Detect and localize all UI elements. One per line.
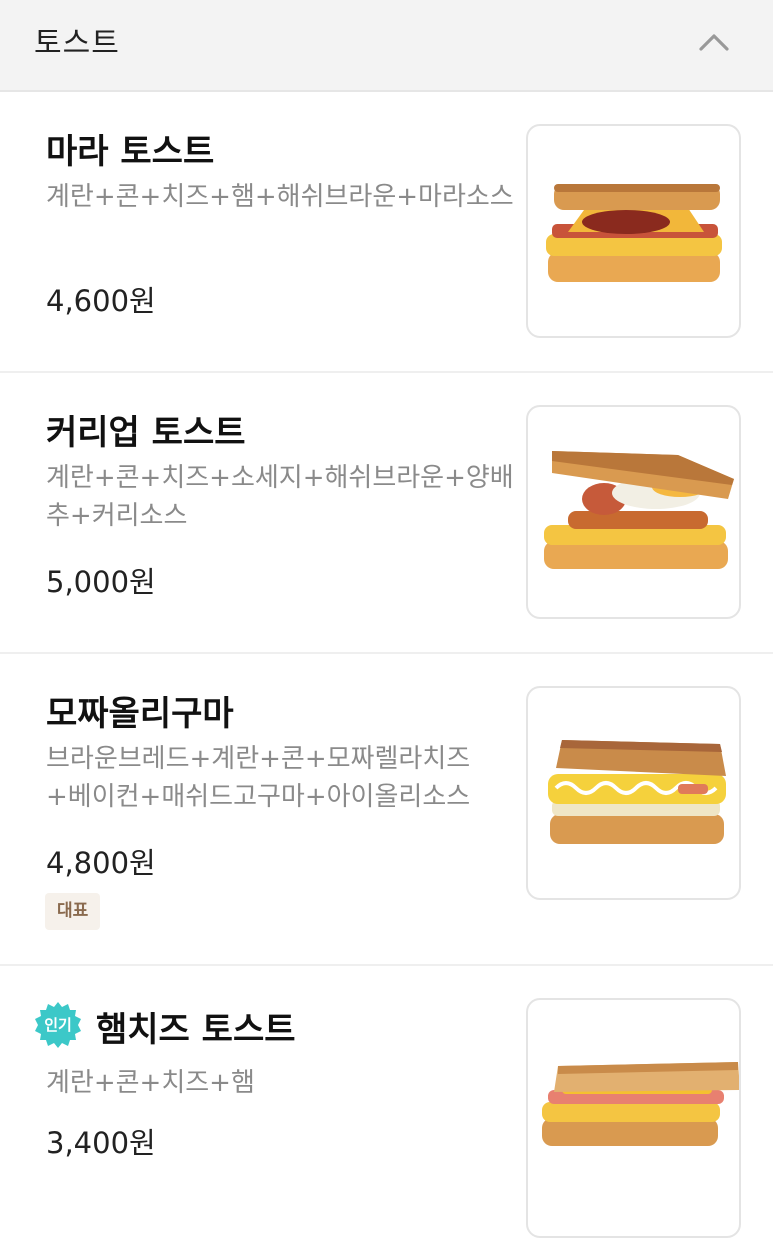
toast-image: [544, 451, 734, 569]
category-title: 토스트: [34, 26, 120, 61]
item-price: 5,000원: [46, 565, 156, 599]
item-description: 계란+콘+치즈+소세지+해쉬브라운+양배추+커리소스: [46, 463, 514, 531]
item-price: 4,800원: [46, 846, 156, 880]
toast-image: [548, 740, 726, 844]
item-price: 4,600원: [46, 284, 156, 318]
signature-tag: 대표: [45, 893, 101, 930]
item-image[interactable]: [526, 124, 741, 338]
item-description: 계란+콘+치즈+햄+해쉬브라운+마라소스: [46, 182, 514, 212]
item-price: 3,400원: [46, 1126, 156, 1160]
item-description: 브라운브레드+계란+콘+모짜렐라치즈+베이컨+매쉬드고구마+아이올리소스: [46, 744, 471, 812]
toast-image: [546, 184, 722, 282]
menu-item-curry-toast[interactable]: 커리업 토스트 계란+콘+치즈+소세지+해쉬브라운+양배추+커리소스 5,000…: [0, 373, 773, 654]
item-name: 마라 토스트: [46, 132, 215, 172]
item-description: 계란+콘+치즈+햄: [46, 1068, 255, 1098]
menu-item-mala-toast[interactable]: 마라 토스트 계란+콘+치즈+햄+해쉬브라운+마라소스 4,600원: [0, 92, 773, 373]
toast-image: [542, 1062, 739, 1146]
item-name: 모짜올리구마: [46, 694, 234, 734]
item-name: 커리업 토스트: [46, 413, 246, 453]
item-image[interactable]: [526, 405, 741, 619]
item-image[interactable]: [526, 686, 741, 900]
category-header[interactable]: 토스트: [0, 0, 773, 92]
collapse-button[interactable]: [692, 22, 736, 62]
menu-item-ham-cheese-toast[interactable]: 인기 햄치즈 토스트 계란+콘+치즈+햄 3,400원: [0, 966, 773, 1238]
item-name: 햄치즈 토스트: [96, 1010, 296, 1050]
menu-item-mozza-oligooma[interactable]: 모짜올리구마 브라운브레드+계란+콘+모짜렐라치즈+베이컨+매쉬드고구마+아이올…: [0, 654, 773, 966]
popular-badge-label: 인기: [44, 1016, 72, 1034]
chevron-up-icon: [699, 34, 729, 51]
item-image[interactable]: [526, 998, 741, 1238]
